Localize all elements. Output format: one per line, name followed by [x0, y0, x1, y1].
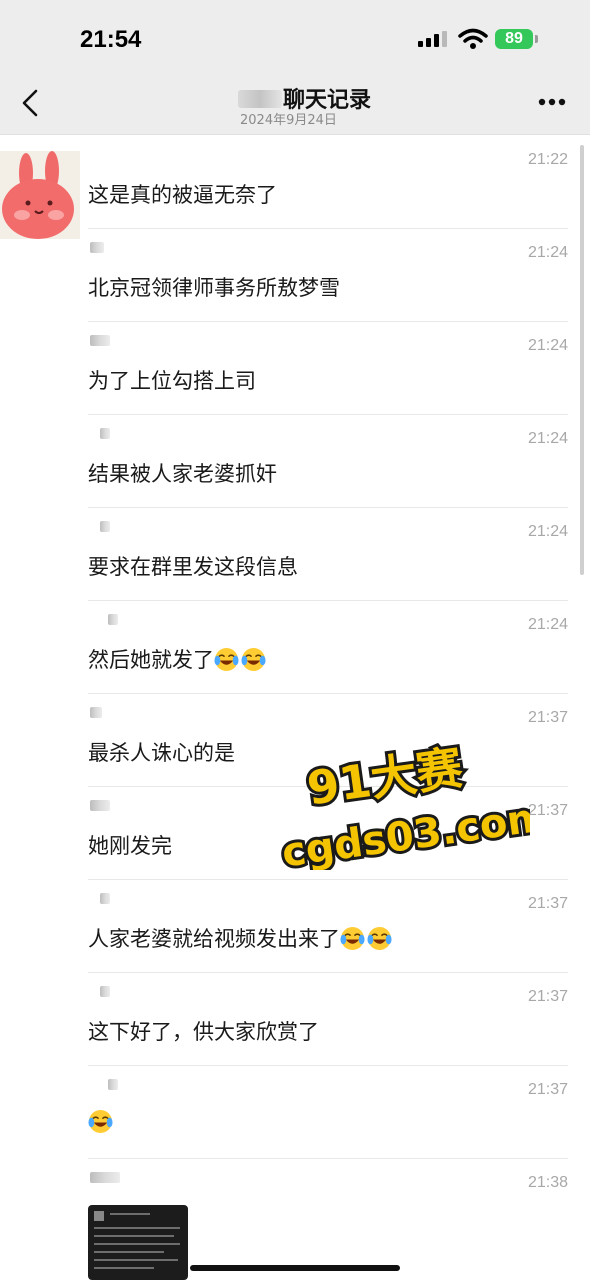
page-subtitle-date: 2024年9月24日: [240, 113, 337, 128]
rabbit-avatar-icon: [0, 151, 80, 239]
battery-level: 89: [505, 30, 523, 47]
message-time: 21:37: [527, 802, 568, 819]
sender-name-redaction: [100, 986, 110, 997]
message-text: 为了上位勾搭上司: [88, 365, 256, 395]
battery-icon: 89: [495, 29, 533, 49]
message-text-content: 人家老婆就给视频发出来了: [88, 927, 340, 951]
message-time: 21:24: [527, 616, 568, 633]
message-time: 21:24: [527, 523, 568, 540]
sender-name-redaction: [108, 1079, 118, 1090]
message-time: 21:37: [527, 895, 568, 912]
nav-bar: 聊天记录 2024年9月24日: [0, 70, 590, 135]
message-text-content: 这是真的被逼无奈了: [88, 183, 277, 207]
wifi-icon: [458, 28, 488, 49]
chat-message[interactable]: 21:22 这是真的被逼无奈了: [88, 135, 568, 229]
message-text-content: 她刚发完: [88, 834, 172, 858]
message-text-content: 北京冠领律师事务所敖梦雪: [88, 276, 340, 300]
message-time: 21:37: [527, 1081, 568, 1098]
battery-tip: [535, 35, 538, 43]
title-redaction: [238, 90, 282, 108]
more-dots-icon[interactable]: [538, 98, 566, 106]
chat-message[interactable]: 21:24 要求在群里发这段信息: [88, 507, 568, 601]
message-time: 21:24: [527, 430, 568, 447]
chat-message[interactable]: 21:24 为了上位勾搭上司: [88, 321, 568, 415]
message-text: [88, 1109, 115, 1134]
sender-name-redaction: [100, 428, 110, 439]
message-text: 最杀人诛心的是: [88, 737, 235, 767]
status-bar: 21:54 89: [0, 0, 590, 70]
message-text: 然后她就发了: [88, 644, 268, 674]
cellular-signal-icon: [418, 31, 447, 47]
status-time: 21:54: [80, 26, 142, 53]
message-text-content: 要求在群里发这段信息: [88, 555, 298, 579]
site-watermark-logo: 91大赛 cgds03.com: [276, 737, 530, 870]
message-text-content: 然后她就发了: [88, 648, 214, 672]
chat-message[interactable]: 21:37: [88, 1065, 568, 1159]
message-time: 21:38: [527, 1174, 568, 1191]
chat-message[interactable]: 21:37 人家老婆就给视频发出来了: [88, 879, 568, 973]
message-text: 这是真的被逼无奈了: [88, 179, 277, 209]
laughing-crying-face-icon: [340, 926, 365, 951]
laughing-crying-face-icon: [367, 926, 392, 951]
avatar[interactable]: [0, 151, 80, 239]
message-text-content: 这下好了，供大家欣赏了: [88, 1020, 319, 1044]
chat-message[interactable]: 21:24 然后她就发了: [88, 600, 568, 694]
sender-name-redaction: [90, 800, 110, 811]
chat-message[interactable]: 21:37 这下好了，供大家欣赏了: [88, 972, 568, 1066]
scrollbar[interactable]: [580, 145, 584, 575]
message-text: 北京冠领律师事务所敖梦雪: [88, 272, 340, 302]
message-text: 结果被人家老婆抓奸: [88, 458, 277, 488]
sender-name-redaction: [90, 1172, 120, 1183]
sender-name-redaction: [100, 521, 110, 532]
message-time: 21:24: [527, 337, 568, 354]
laughing-crying-face-icon: [88, 1109, 113, 1134]
message-text: 这下好了，供大家欣赏了: [88, 1016, 319, 1046]
sender-name-redaction: [90, 242, 104, 253]
message-time: 21:37: [527, 709, 568, 726]
message-time: 21:24: [527, 244, 568, 261]
svg-text:91大赛: 91大赛: [304, 740, 467, 815]
chevron-left-icon[interactable]: [18, 88, 44, 118]
sender-name-redaction: [90, 707, 102, 718]
sender-name-redaction: [100, 893, 110, 904]
message-text: 人家老婆就给视频发出来了: [88, 923, 394, 953]
message-text-content: 为了上位勾搭上司: [88, 369, 256, 393]
message-text: 要求在群里发这段信息: [88, 551, 298, 581]
laughing-crying-face-icon: [214, 647, 239, 672]
sender-name-redaction: [90, 335, 110, 346]
laughing-crying-face-icon: [241, 647, 266, 672]
image-message-thumbnail[interactable]: [88, 1205, 188, 1280]
message-text-content: 最杀人诛心的是: [88, 741, 235, 765]
message-time: 21:22: [527, 151, 568, 168]
sender-name-redaction: [108, 614, 118, 625]
home-indicator[interactable]: [190, 1265, 400, 1271]
chat-message[interactable]: 21:24 北京冠领律师事务所敖梦雪: [88, 228, 568, 322]
message-text: 她刚发完: [88, 830, 172, 860]
chat-history-list[interactable]: 21:22 这是真的被逼无奈了 21:24 北京冠领律师事务所敖梦雪 21:24…: [0, 135, 590, 1280]
message-time: 21:37: [527, 988, 568, 1005]
message-text-content: 结果被人家老婆抓奸: [88, 462, 277, 486]
chat-message[interactable]: 21:24 结果被人家老婆抓奸: [88, 414, 568, 508]
